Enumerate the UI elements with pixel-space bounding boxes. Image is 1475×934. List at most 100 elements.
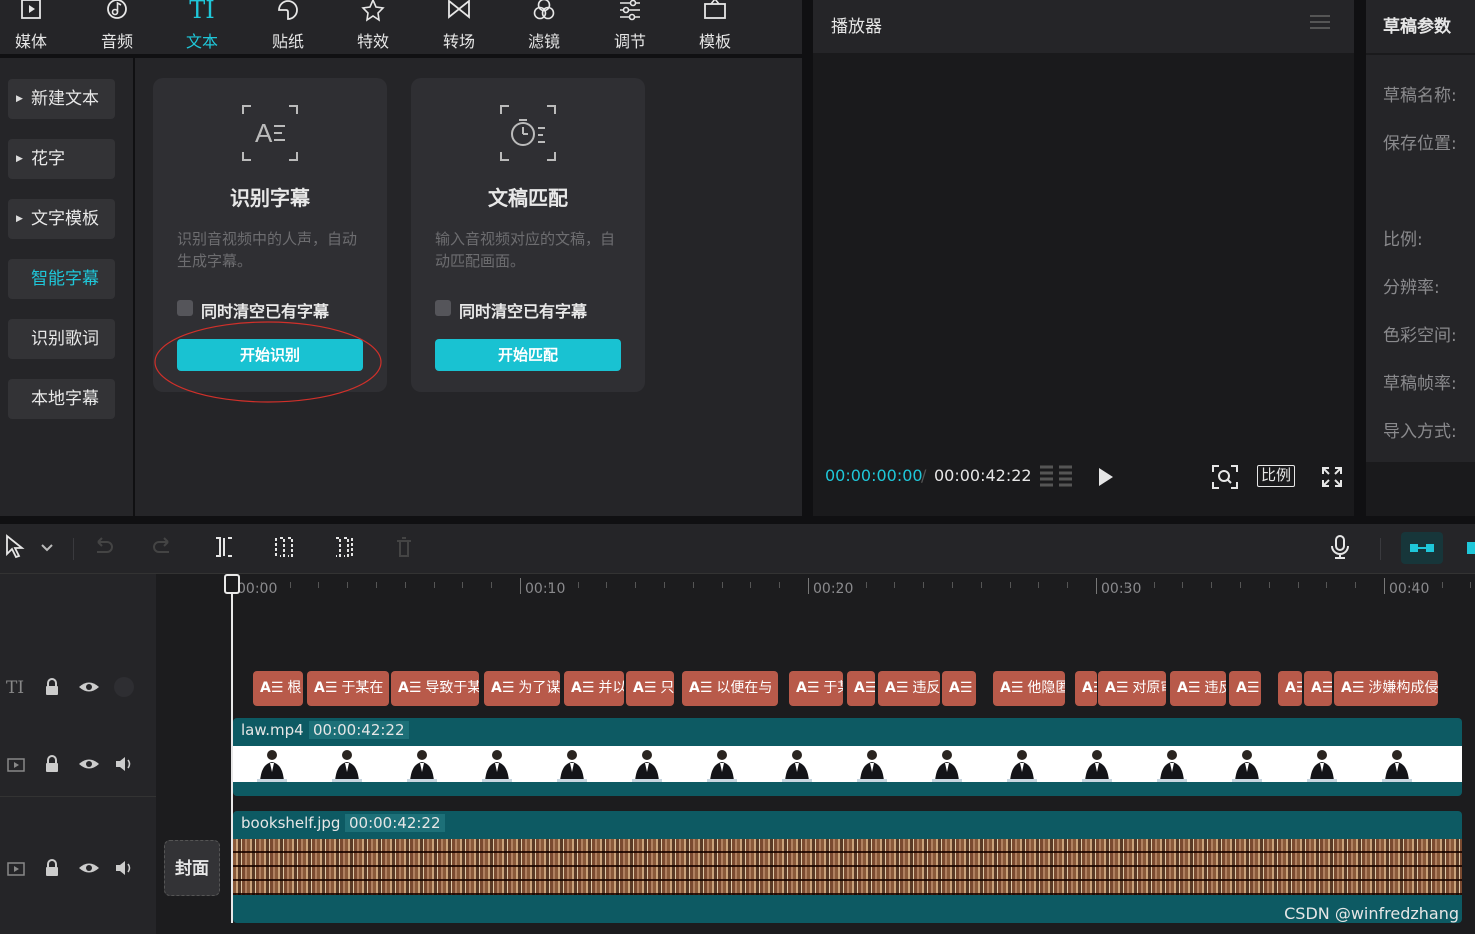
ruler-tick (433, 582, 435, 588)
sidebar-item-label: 新建文本 (31, 89, 99, 109)
cover-button[interactable]: 封面 (164, 840, 220, 896)
trim-left-icon[interactable] (271, 534, 297, 560)
subtitle-clip[interactable]: A☰于某 (789, 671, 843, 706)
nav-template[interactable]: 模板 (680, 0, 750, 54)
transition-icon (448, 0, 470, 19)
subtitle-clip[interactable]: A☰ 于某在 (307, 671, 389, 706)
subtitle-clip[interactable]: A☰ (1075, 671, 1097, 706)
undo-icon[interactable] (90, 534, 116, 560)
playhead[interactable] (224, 574, 240, 923)
sidebar-item-fancy-text[interactable]: ▶ 花字 (8, 139, 115, 179)
checkbox-box[interactable] (177, 300, 193, 316)
presenter-thumbnail (1157, 750, 1187, 782)
presenter-thumbnail (1007, 750, 1037, 782)
nav-audio[interactable]: 音频 (82, 0, 152, 54)
subtitle-clip[interactable]: A☰ 根 (253, 671, 303, 706)
aspect-ratio-button[interactable]: 比例 (1257, 465, 1295, 487)
sidebar-item-smart-subtitle[interactable]: 智能字幕 (8, 259, 115, 299)
sidebar-item-local-subtitle[interactable]: 本地字幕 (8, 379, 115, 419)
subtitle-clip[interactable]: A☰ (942, 671, 976, 706)
checkbox-box[interactable] (435, 300, 451, 316)
timeline-toolbar (0, 524, 1475, 574)
divider (73, 538, 74, 560)
zoom-fit-icon[interactable] (1211, 464, 1239, 490)
nav-text[interactable]: TI 文本 (167, 0, 237, 54)
timecode-separator: / (921, 466, 927, 485)
subtitle-text-icon: A☰ (1311, 680, 1332, 696)
speaker-icon[interactable] (114, 755, 134, 773)
presenter-thumbnail (482, 750, 512, 782)
subtitle-clip-text: 以便在与 (716, 680, 773, 696)
image-clip[interactable]: bookshelf.jpg 00:00:42:22 (233, 811, 1462, 923)
playhead-handle[interactable] (224, 574, 240, 594)
subtitle-text-icon: A☰ (1341, 680, 1365, 696)
ruler-tick (1297, 582, 1299, 588)
microphone-icon[interactable] (1327, 534, 1353, 560)
ruler-label: 00:30 (1101, 581, 1142, 597)
ruler-label: 00:20 (813, 581, 854, 597)
subtitle-text-icon: A☰ (949, 680, 973, 696)
subtitle-clip[interactable]: A☰ 导致于某 (391, 671, 479, 706)
subtitle-clip[interactable]: A☰ (1304, 671, 1332, 706)
ruler-tick (1211, 582, 1213, 588)
eye-icon[interactable] (78, 859, 100, 877)
svg-text:A: A (255, 118, 273, 148)
chevron-down-icon[interactable] (38, 534, 56, 560)
resolution-label: 分辨率: (1383, 278, 1440, 298)
magnet-snap-toggle[interactable] (1401, 532, 1443, 564)
subtitle-clip[interactable]: A☰ 违反 (1170, 671, 1226, 706)
total-timecode: 00:00:42:22 (934, 466, 1032, 485)
nav-label: 文本 (185, 32, 218, 51)
sidebar-item-text-template[interactable]: ▶ 文字模板 (8, 199, 115, 239)
speaker-icon[interactable] (114, 859, 134, 877)
clip-duration: 00:00:42:22 (309, 721, 409, 739)
redo-icon[interactable] (150, 534, 176, 560)
track-placeholder-control (114, 677, 134, 697)
sidebar-item-new-text[interactable]: ▶ 新建文本 (8, 79, 115, 119)
split-icon[interactable] (211, 534, 237, 560)
lock-icon[interactable] (43, 678, 61, 696)
subtitle-clip[interactable]: A☰ 以便在与 (682, 671, 778, 706)
subtitle-text-icon: A☰ (398, 680, 422, 696)
subtitle-clip[interactable]: A☰ 为了谋 (484, 671, 560, 706)
subtitle-clip[interactable]: A☰ (1229, 671, 1261, 706)
waveform-list-icon[interactable] (1039, 464, 1073, 490)
nav-label: 滤镜 (527, 32, 560, 51)
subtitle-clip[interactable]: A☰ (1278, 671, 1302, 706)
nav-sticker[interactable]: 贴纸 (253, 0, 323, 54)
video-clip[interactable]: law.mp4 00:00:42:22 (233, 718, 1462, 796)
subtitle-clip[interactable]: A☰ 他隐匿 (993, 671, 1065, 706)
trim-right-icon[interactable] (331, 534, 357, 560)
lock-icon[interactable] (43, 859, 61, 877)
nav-filter[interactable]: 滤镜 (509, 0, 579, 54)
subtitle-clip[interactable]: A☰ 并以 (564, 671, 624, 706)
divider (0, 796, 156, 797)
presenter-thumbnail (332, 750, 362, 782)
linkage-toggle[interactable] (1467, 542, 1475, 554)
delete-icon[interactable] (391, 534, 417, 560)
nav-transition[interactable]: 转场 (424, 0, 494, 54)
nav-media[interactable]: 媒体 (0, 0, 66, 54)
play-icon[interactable] (1097, 467, 1115, 487)
subtitle-clip[interactable]: A☰ 违反 (878, 671, 940, 706)
lock-icon[interactable] (43, 755, 61, 773)
subtitle-clip[interactable]: A☰对原审 (1098, 671, 1166, 706)
nav-adjust[interactable]: 调节 (595, 0, 665, 54)
sidebar-item-recognize-lyrics[interactable]: 识别歌词 (8, 319, 115, 359)
presenter-thumbnail (1082, 750, 1112, 782)
start-match-button[interactable]: 开始匹配 (435, 339, 621, 371)
nav-label: 音频 (100, 32, 133, 51)
ruler-tick (635, 582, 637, 588)
subtitle-clip[interactable]: A☰ (847, 671, 875, 706)
ruler-tick (1268, 582, 1270, 588)
eye-icon[interactable] (78, 755, 100, 773)
script-match-icon (500, 105, 556, 161)
subtitle-clip[interactable]: A☰ 涉嫌构成侵 (1334, 671, 1438, 706)
subtitle-clip[interactable]: A☰ 只 (626, 671, 674, 706)
fullscreen-icon[interactable] (1320, 465, 1344, 489)
select-cursor-icon[interactable] (4, 534, 30, 560)
eye-icon[interactable] (78, 678, 100, 696)
menu-icon[interactable] (1310, 14, 1330, 30)
subtitle-text-icon: A☰ (1285, 680, 1302, 696)
nav-effects[interactable]: 特效 (338, 0, 408, 54)
